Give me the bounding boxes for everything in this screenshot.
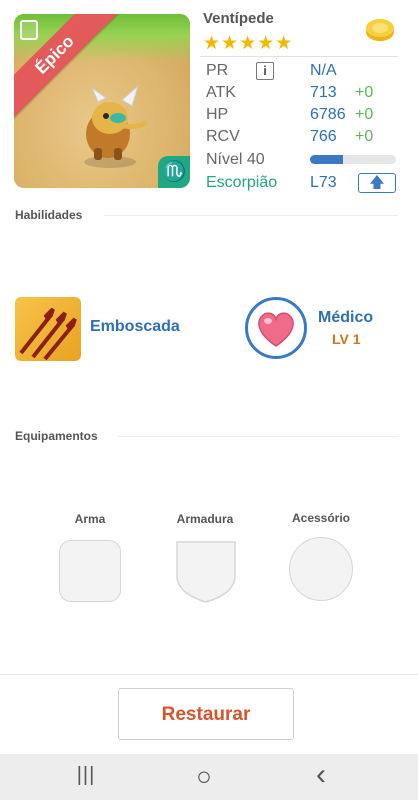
hero-name: Ventípede xyxy=(203,10,274,27)
medic-skill-level: LV 1 xyxy=(332,331,361,347)
zodiac-sign-level: L73 xyxy=(310,174,337,191)
medic-skill-name: Médico xyxy=(318,309,374,326)
abilities-divider xyxy=(104,215,398,216)
hp-value: 6786 xyxy=(310,106,346,123)
home-icon[interactable]: ○ xyxy=(184,761,224,792)
stats-divider xyxy=(200,56,398,57)
info-icon[interactable]: i xyxy=(256,62,274,80)
zodiac-sign-label: Escorpião xyxy=(206,174,278,191)
medic-skill-icon[interactable] xyxy=(245,297,307,359)
pr-label: PR xyxy=(206,62,229,79)
rcv-label: RCV xyxy=(206,128,240,145)
weapon-slot[interactable] xyxy=(59,540,121,602)
atk-value: 713 xyxy=(310,84,337,101)
rcv-value: 766 xyxy=(310,128,337,145)
gold-coin-icon[interactable] xyxy=(364,16,396,42)
atk-bonus: +0 xyxy=(355,84,374,101)
weapon-slot-label: Arma xyxy=(74,512,106,526)
accessory-slot-label: Acessório xyxy=(291,511,351,525)
equipment-heading: Equipamentos xyxy=(15,429,98,443)
abilities-heading: Habilidades xyxy=(15,208,83,222)
hp-label: HP xyxy=(206,106,229,123)
recent-apps-icon[interactable]: ||| xyxy=(66,764,106,787)
pr-value: N/A xyxy=(310,62,337,79)
star-rating: ★★★★★ xyxy=(203,33,294,54)
footer-divider xyxy=(0,674,418,675)
restore-button[interactable]: Restaurar xyxy=(118,688,294,740)
atk-label: ATK xyxy=(206,84,236,101)
hp-bonus: +0 xyxy=(355,106,374,123)
scorpio-icon: ♏ xyxy=(158,156,190,188)
ambush-skill-icon[interactable] xyxy=(15,297,81,361)
system-navigation-bar: ||| ○ ‹ xyxy=(0,754,418,800)
armor-slot[interactable] xyxy=(174,538,238,604)
back-icon[interactable]: ‹ xyxy=(301,758,341,792)
creature-image xyxy=(84,84,148,168)
card-icon[interactable] xyxy=(20,20,38,40)
level-label: Nível 40 xyxy=(206,151,265,168)
equipment-divider xyxy=(118,436,398,437)
level-progress-fill xyxy=(310,155,343,164)
accessory-slot[interactable] xyxy=(289,537,353,601)
armor-slot-label: Armadura xyxy=(176,512,234,526)
hero-portrait[interactable]: Épico ♏ xyxy=(14,14,190,188)
level-progress-bar xyxy=(310,155,396,164)
upgrade-arrow-button[interactable]: 🡅 xyxy=(358,173,396,193)
rcv-bonus: +0 xyxy=(355,128,374,145)
ambush-skill-name: Emboscada xyxy=(90,318,180,335)
